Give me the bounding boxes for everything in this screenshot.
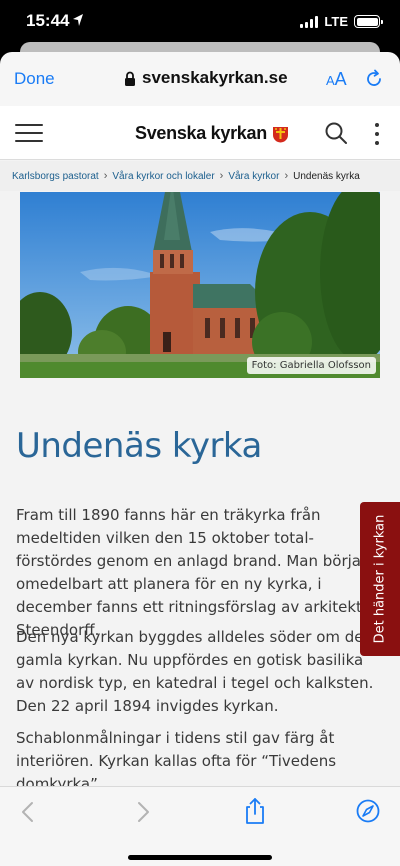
forward-icon[interactable] [135, 801, 151, 823]
chevron-right-icon: › [219, 170, 224, 182]
back-icon[interactable] [20, 801, 36, 823]
chevron-right-icon: › [284, 170, 289, 182]
status-bar: 15:44 LTE [0, 0, 400, 42]
church-photo [20, 192, 380, 378]
compass-icon[interactable] [356, 799, 380, 823]
status-indicators: LTE [300, 14, 383, 29]
article-paragraph: Schablonmålningar i tidens stil gav färg… [16, 729, 337, 786]
breadcrumb: Karlsborgs pastorat › Våra kyrkor och lo… [0, 161, 400, 191]
breadcrumb-link[interactable]: Våra kyrkor [228, 171, 279, 182]
chevron-right-icon: › [103, 170, 108, 182]
address-bar[interactable]: svenskakyrkan.se [124, 68, 288, 88]
text-size-button[interactable]: AA [326, 69, 347, 90]
location-arrow-icon [73, 14, 83, 26]
breadcrumb-current: Undenäs kyrka [293, 170, 360, 182]
lock-icon [125, 71, 135, 86]
text-size-small-glyph: A [326, 73, 335, 88]
battery-icon [354, 15, 383, 28]
photo-credit: Foto: Gabriella Olofsson [246, 357, 376, 374]
church-shield-icon [272, 126, 288, 142]
browser-top-bar: Done svenskakyrkan.se AA [0, 52, 400, 106]
events-side-tab[interactable]: Det händer i kyrkan [360, 502, 400, 656]
article-paragraph: Den nya kyrkan byggdes alldeles söder om… [16, 628, 374, 715]
breadcrumb-link[interactable]: Karlsborgs pastorat [12, 171, 99, 182]
events-side-tab-label: Det händer i kyrkan [372, 514, 388, 644]
site-logo[interactable]: Svenska kyrkan [135, 123, 289, 144]
more-options-icon[interactable] [374, 123, 380, 145]
browser-toolbar [0, 786, 400, 866]
menu-icon[interactable] [15, 124, 43, 142]
article-paragraph: Fram till 1890 fanns här en träkyrka frå… [16, 506, 380, 639]
web-page: Svenska kyrkan Karlsborgs pastorat › Vår… [0, 106, 400, 786]
home-indicator [128, 855, 272, 860]
status-time: 15:44 [26, 11, 70, 30]
site-header: Svenska kyrkan [0, 106, 400, 160]
signal-icon [300, 15, 319, 28]
search-icon[interactable] [325, 122, 347, 144]
breadcrumb-link[interactable]: Våra kyrkor och lokaler [112, 171, 214, 182]
reload-icon[interactable] [364, 69, 384, 89]
text-size-big-glyph: A [334, 69, 347, 89]
brand-name: Svenska kyrkan [135, 123, 267, 143]
share-icon[interactable] [243, 797, 267, 825]
url-text: svenskakyrkan.se [142, 68, 288, 87]
network-type: LTE [324, 14, 348, 29]
hero-image: Foto: Gabriella Olofsson [20, 192, 380, 378]
done-button[interactable]: Done [14, 69, 55, 89]
page-title: Undenäs kyrka [16, 426, 262, 466]
